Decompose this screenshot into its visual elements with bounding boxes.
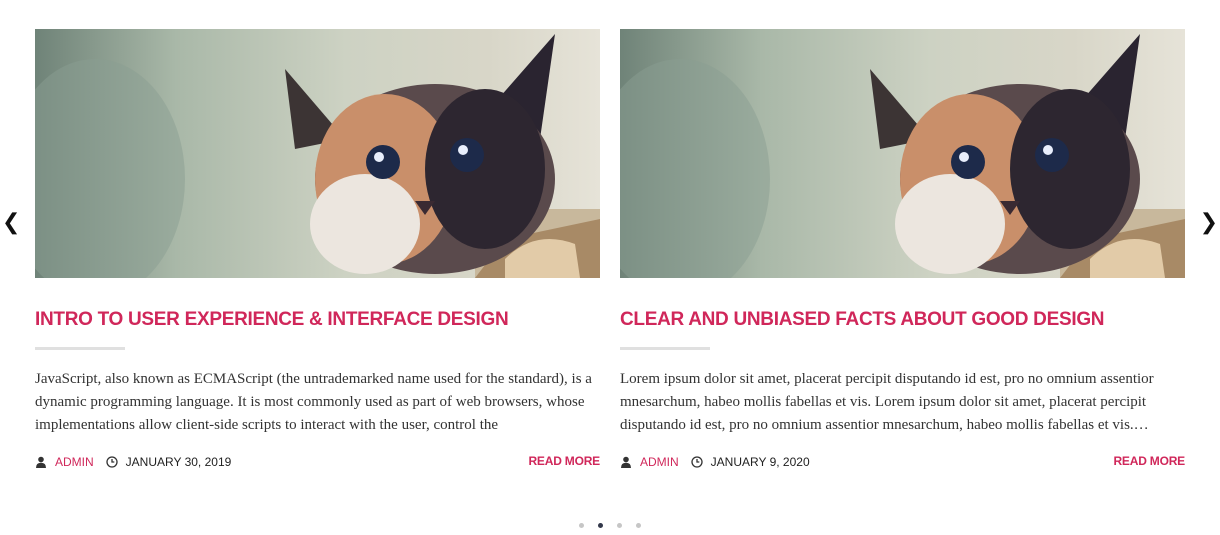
read-more-link[interactable]: READ MORE: [528, 454, 600, 468]
post-title[interactable]: INTRO TO USER EXPERIENCE & INTERFACE DES…: [35, 309, 600, 331]
kitten-photo-icon: [35, 34, 600, 278]
post-card: INTRO TO USER EXPERIENCE & INTERFACE DES…: [35, 29, 600, 470]
post-thumbnail[interactable]: [620, 29, 1185, 278]
carousel-next-button[interactable]: ❯: [1200, 212, 1218, 234]
carousel-dot[interactable]: [636, 523, 641, 529]
carousel-dot[interactable]: [598, 523, 603, 529]
post-thumbnail[interactable]: [35, 29, 600, 278]
kitten-photo-icon: [620, 34, 1185, 278]
read-more-link[interactable]: READ MORE: [1113, 454, 1185, 468]
post-excerpt: Lorem ipsum dolor sit amet, placerat per…: [620, 371, 1154, 433]
post-author-link[interactable]: ADMIN: [640, 455, 679, 469]
clock-icon: [691, 456, 703, 468]
post-meta: ADMIN JANUARY 30, 2019 READ MORE: [35, 454, 600, 470]
carousel-pagination: [0, 517, 1220, 535]
title-divider: [35, 347, 125, 350]
post-excerpt: JavaScript, also known as ECMAScript (th…: [35, 371, 592, 433]
post-meta: ADMIN JANUARY 9, 2020 READ MORE: [620, 454, 1185, 470]
user-icon: [36, 456, 46, 468]
carousel-dot[interactable]: [579, 523, 584, 529]
clock-icon: [106, 456, 118, 468]
carousel-dot[interactable]: [617, 523, 622, 529]
carousel-prev-button[interactable]: ❮: [2, 212, 20, 234]
user-icon: [621, 456, 631, 468]
post-date: JANUARY 30, 2019: [125, 455, 232, 469]
post-title[interactable]: CLEAR AND UNBIASED FACTS ABOUT GOOD DESI…: [620, 309, 1185, 331]
post-card: CLEAR AND UNBIASED FACTS ABOUT GOOD DESI…: [620, 29, 1185, 470]
post-date: JANUARY 9, 2020: [710, 455, 810, 469]
title-divider: [620, 347, 710, 350]
post-author-link[interactable]: ADMIN: [55, 455, 94, 469]
